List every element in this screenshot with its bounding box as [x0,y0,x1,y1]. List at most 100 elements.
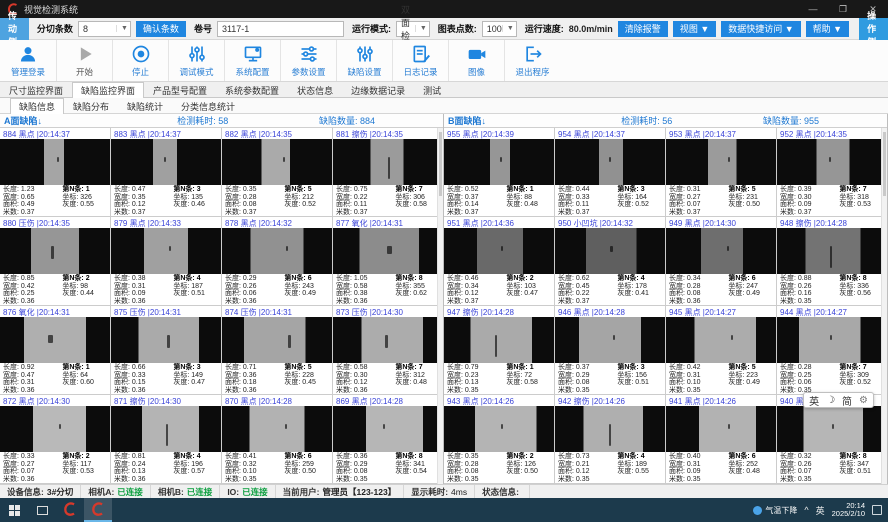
defect-card[interactable]: 946 黑点 |20:14:28长度: 0.37宽度: 0.29面积: 0.08… [555,306,665,394]
defect-image[interactable] [555,317,665,363]
defect-card[interactable]: 874 压伤 |20:14:31长度: 0.71宽度: 0.36面积: 0.18… [222,306,332,394]
defect-image[interactable] [666,139,776,185]
defect-image[interactable] [666,317,776,363]
defect-card[interactable]: 884 黑点 |20:14:37长度: 1.23宽度: 0.65面积: 0.49… [0,128,110,216]
defect-card[interactable]: 954 黑点 |20:14:37长度: 0.44宽度: 0.33面积: 0.11… [555,128,665,216]
defect-card[interactable]: 952 黑点 |20:14:35长度: 0.39宽度: 0.30面积: 0.09… [777,128,887,216]
tab-3[interactable]: 系统参数配置 [216,82,288,97]
toolbar-button-play[interactable]: 开始 [56,40,112,81]
toolbar-button-exit[interactable]: 退出程序 [504,40,560,81]
tab-2[interactable]: 产品型号配置 [144,82,216,97]
toolbar-button-tune[interactable]: 调试模式 [168,40,224,81]
lang-option-英[interactable]: 英 [809,393,819,408]
defect-image[interactable] [666,406,776,452]
defect-image[interactable] [555,406,665,452]
defect-card[interactable]: 882 黑点 |20:14:35长度: 0.35宽度: 0.28面积: 0.08… [222,128,332,216]
defect-card[interactable]: 947 擦伤 |20:14:28长度: 0.79宽度: 0.23面积: 0.13… [444,306,554,394]
defect-image[interactable] [111,317,221,363]
defect-image[interactable] [777,228,887,274]
tab-6[interactable]: 测试 [414,82,450,97]
taskbar-clock[interactable]: 20:142025/2/10 [832,502,865,519]
notification-center-icon[interactable] [872,505,882,515]
defect-card[interactable]: 877 氧化 |20:14:31长度: 1.05宽度: 0.58面积: 0.38… [333,217,443,305]
defect-image[interactable] [444,406,554,452]
defect-image[interactable] [777,317,887,363]
language-switcher[interactable]: 英 ☽ 简 ⚙ [803,392,874,408]
defect-card[interactable]: 881 擦伤 |20:14:35长度: 0.75宽度: 0.22面积: 0.11… [333,128,443,216]
toolbar-button-camera[interactable]: 图像 [448,40,504,81]
defect-image[interactable] [222,228,332,274]
minimize-button[interactable]: — [798,0,828,18]
defect-image[interactable] [222,317,332,363]
defect-card[interactable]: 953 黑点 |20:14:37长度: 0.31宽度: 0.27面积: 0.07… [666,128,776,216]
defect-card[interactable]: 880 压伤 |20:14:35长度: 0.85宽度: 0.42面积: 0.25… [0,217,110,305]
help-menu-button[interactable]: 帮助 ▼ [806,21,849,37]
defect-image[interactable] [0,228,110,274]
toolbar-button-sliders-v[interactable]: 缺陷设置 [336,40,392,81]
defect-image[interactable] [333,228,443,274]
defect-card[interactable]: 944 黑点 |20:14:27长度: 0.28宽度: 0.25面积: 0.06… [777,306,887,394]
defect-image[interactable] [777,139,887,185]
defect-card[interactable]: 948 擦伤 |20:14:28长度: 0.88宽度: 0.26面积: 0.16… [777,217,887,305]
maximize-button[interactable]: ❐ [828,0,858,18]
defect-image[interactable] [555,139,665,185]
chart-points-select[interactable]: 100 ▼ [482,21,517,37]
defect-card[interactable]: 941 黑点 |20:14:26长度: 0.40宽度: 0.31面积: 0.09… [666,395,776,483]
toolbar-button-monitor[interactable]: 系统配置 [224,40,280,81]
defect-image[interactable] [444,317,554,363]
gear-icon[interactable]: ⚙ [859,395,868,406]
tray-expand-caret[interactable]: ^ [804,505,808,515]
defect-image[interactable] [444,228,554,274]
input-language-indicator[interactable]: 英 [816,504,825,517]
toolbar-button-stop[interactable]: 停止 [112,40,168,81]
defect-image[interactable] [111,406,221,452]
run-mode-select[interactable]: 双面检测 ▼ [396,21,430,37]
defect-card[interactable]: 949 黑点 |20:14:30长度: 0.34宽度: 0.28面积: 0.08… [666,217,776,305]
subtab-0[interactable]: 缺陷信息 [10,98,64,114]
tab-5[interactable]: 边缘数据记录 [342,82,414,97]
defect-card[interactable]: 943 黑点 |20:14:26长度: 0.35宽度: 0.28面积: 0.08… [444,395,554,483]
defect-image[interactable] [777,406,887,452]
taskbar-app-icon[interactable] [84,498,112,522]
defect-card[interactable]: 950 小凹坑 |20:14:32长度: 0.62宽度: 0.45面积: 0.2… [555,217,665,305]
confirm-count-button[interactable]: 确认条数 [136,21,186,37]
lang-option-简[interactable]: 简 [842,393,852,408]
defect-image[interactable] [0,317,110,363]
defect-image[interactable] [111,228,221,274]
defect-image[interactable] [333,317,443,363]
task-view-button[interactable] [28,498,56,522]
tab-4[interactable]: 状态信息 [288,82,342,97]
defect-card[interactable]: 870 黑点 |20:14:28长度: 0.41宽度: 0.32面积: 0.10… [222,395,332,483]
defect-image[interactable] [333,406,443,452]
drive-side-button[interactable]: 传动侧 [0,18,29,40]
defect-card[interactable]: 879 黑点 |20:14:33长度: 0.38宽度: 0.31面积: 0.09… [111,217,221,305]
toolbar-button-user[interactable]: 管理登录 [0,40,56,81]
defect-card[interactable]: 871 擦伤 |20:14:30长度: 0.81宽度: 0.24面积: 0.13… [111,395,221,483]
defect-image[interactable] [0,139,110,185]
subtab-3[interactable]: 分类信息统计 [172,98,244,113]
defect-card[interactable]: 945 黑点 |20:14:27长度: 0.42宽度: 0.31面积: 0.10… [666,306,776,394]
defect-card[interactable]: 955 黑点 |20:14:39长度: 0.52宽度: 0.37面积: 0.14… [444,128,554,216]
roll-number-input[interactable] [217,21,344,37]
subtab-1[interactable]: 缺陷分布 [64,98,118,113]
defect-image[interactable] [555,228,665,274]
start-button[interactable] [0,498,28,522]
defect-image[interactable] [222,406,332,452]
defect-image[interactable] [222,139,332,185]
defect-card[interactable]: 873 压伤 |20:14:30长度: 0.58宽度: 0.30面积: 0.12… [333,306,443,394]
operator-side-button[interactable]: 操作侧 [859,18,888,40]
defect-card[interactable]: 878 黑点 |20:14:32长度: 0.29宽度: 0.26面积: 0.06… [222,217,332,305]
defect-image[interactable] [111,139,221,185]
defect-card[interactable]: 940 黑点 |20:14:26长度: 0.32宽度: 0.26面积: 0.07… [777,395,887,483]
moon-icon[interactable]: ☽ [826,395,835,406]
defect-image[interactable] [0,406,110,452]
defect-card[interactable]: 875 压伤 |20:14:31长度: 0.66宽度: 0.33面积: 0.15… [111,306,221,394]
defect-card[interactable]: 883 黑点 |20:14:37长度: 0.47宽度: 0.35面积: 0.12… [111,128,221,216]
slit-count-select[interactable]: 8 ▼ [78,21,131,37]
toolbar-button-journal[interactable]: 日志记录 [392,40,448,81]
taskbar-app-icon[interactable] [56,498,84,522]
defect-card[interactable]: 876 氧化 |20:14:31长度: 0.92宽度: 0.47面积: 0.31… [0,306,110,394]
defect-image[interactable] [333,139,443,185]
defect-image[interactable] [444,139,554,185]
defect-card[interactable]: 942 擦伤 |20:14:26长度: 0.73宽度: 0.21面积: 0.12… [555,395,665,483]
